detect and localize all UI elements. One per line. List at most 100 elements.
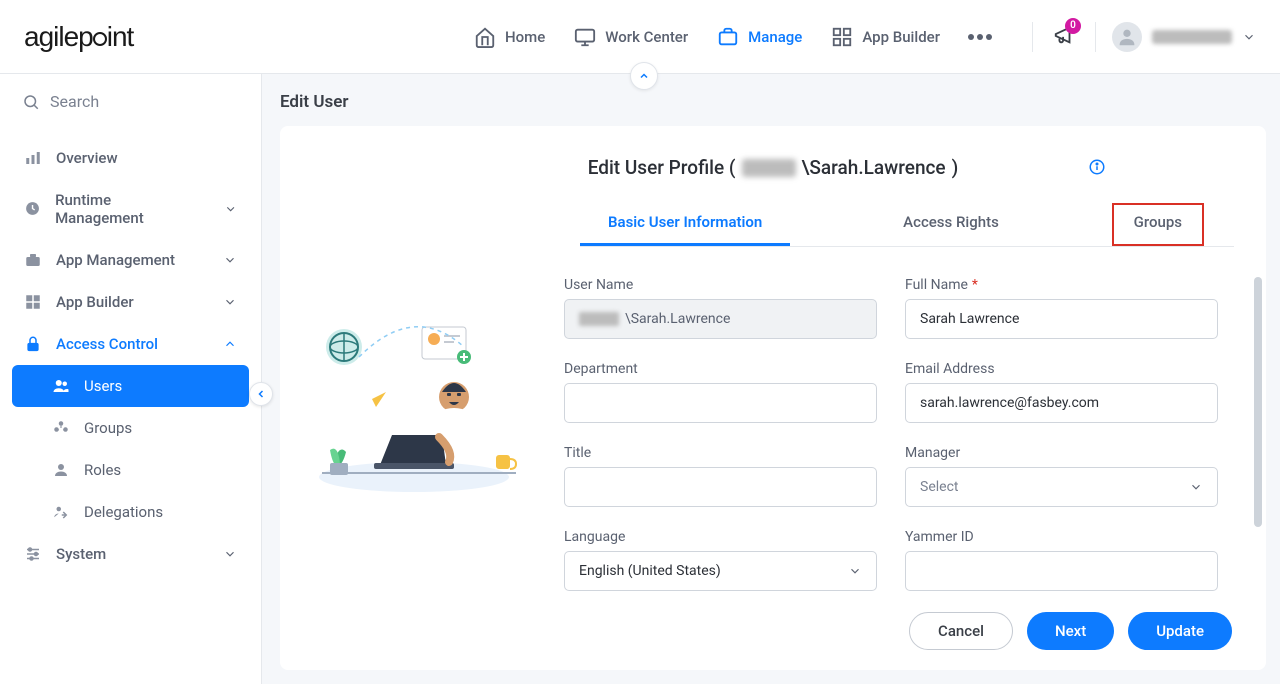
title-input[interactable] [564, 467, 877, 507]
title-user: \Sarah.Lawrence [802, 156, 946, 179]
sidebar-subitem-label: Users [84, 377, 122, 395]
grid-icon [830, 25, 854, 49]
sidebar-subitem-groups[interactable]: Groups [12, 407, 249, 449]
full-name-input[interactable] [905, 299, 1218, 339]
avatar [1112, 22, 1142, 52]
user-name-label: User Name [564, 277, 877, 293]
notification-badge: 0 [1065, 18, 1081, 34]
sidebar-item-label: Access Control [56, 335, 158, 353]
user-name-input: \Sarah.Lawrence [564, 299, 877, 339]
roles-icon [52, 461, 70, 479]
monitor-icon [573, 25, 597, 49]
language-select[interactable]: English (United States) [564, 551, 877, 591]
info-icon[interactable] [1088, 158, 1106, 180]
sidebar-item-access-control[interactable]: Access Control [0, 323, 261, 365]
card-title: Edit User Profile ( \Sarah.Lawrence) [588, 156, 959, 179]
delegations-icon [52, 503, 70, 521]
chevron-up-icon [223, 337, 237, 351]
yammer-label: Yammer ID [905, 529, 1218, 545]
nav-app-builder[interactable]: App Builder [830, 25, 940, 49]
chevron-down-icon [223, 253, 237, 267]
search-icon [22, 93, 40, 111]
sidebar-subitem-label: Groups [84, 419, 132, 437]
sidebar-item-label: App Management [56, 251, 175, 269]
sidebar-subitem-delegations[interactable]: Delegations [12, 491, 249, 533]
manager-label: Manager [905, 445, 1218, 461]
tab-label: Access Rights [903, 213, 999, 231]
chevron-down-icon [848, 564, 862, 578]
announcements-icon[interactable]: 0 [1053, 24, 1075, 50]
sidebar-search[interactable]: Search [0, 74, 261, 129]
sidebar-subitem-users[interactable]: Users [12, 365, 249, 407]
user-menu[interactable] [1095, 22, 1256, 52]
sidebar-item-label: System [56, 545, 106, 563]
chevron-down-icon [1242, 30, 1256, 44]
chevron-down-icon [223, 295, 237, 309]
home-icon [473, 25, 497, 49]
department-input[interactable] [564, 383, 877, 423]
user-name-blurred [1152, 30, 1232, 44]
sidebar-subitem-label: Delegations [84, 503, 163, 521]
tab-label: Basic User Information [608, 213, 762, 231]
cancel-button[interactable]: Cancel [909, 612, 1013, 650]
nav-more[interactable] [968, 34, 992, 40]
domain-prefix-blurred [579, 312, 619, 326]
briefcase-icon [24, 251, 42, 269]
tab-basic-info[interactable]: Basic User Information [580, 203, 790, 246]
sidebar-item-overview[interactable]: Overview [0, 137, 261, 179]
language-label: Language [564, 529, 877, 545]
domain-blurred [742, 159, 796, 177]
next-button[interactable]: Next [1027, 612, 1114, 650]
nav-label: Manage [748, 28, 802, 46]
tab-groups[interactable]: Groups [1112, 203, 1204, 246]
page-title: Edit User [280, 92, 1266, 112]
briefcase-icon [716, 25, 740, 49]
sidebar-item-app-builder[interactable]: App Builder [0, 281, 261, 323]
nav-label: Home [505, 28, 545, 46]
nav-label: App Builder [862, 28, 940, 46]
scrollbar[interactable] [1254, 277, 1262, 527]
nav-work-center[interactable]: Work Center [573, 25, 688, 49]
groups-icon [52, 419, 70, 437]
sidebar-item-runtime[interactable]: Runtime Management [0, 179, 261, 239]
chevron-down-icon [1189, 480, 1203, 494]
illustration [280, 247, 548, 596]
nav-manage[interactable]: Manage [716, 25, 802, 49]
nav-home[interactable]: Home [473, 25, 545, 49]
title-prefix: Edit User Profile ( [588, 156, 736, 179]
full-name-label: Full Name* [905, 277, 1218, 293]
yammer-input[interactable] [905, 551, 1218, 591]
title-label: Title [564, 445, 877, 461]
nav-label: Work Center [605, 28, 688, 46]
clock-icon [24, 200, 41, 218]
department-label: Department [564, 361, 877, 377]
sidebar-item-app-mgmt[interactable]: App Management [0, 239, 261, 281]
sidebar-item-label: Runtime Management [55, 191, 196, 227]
email-input[interactable] [905, 383, 1218, 423]
grid-icon [24, 293, 42, 311]
lock-icon [24, 335, 42, 353]
search-placeholder: Search [50, 92, 99, 111]
user-name-value: \Sarah.Lawrence [625, 311, 730, 327]
tab-label: Groups [1134, 213, 1182, 231]
sidebar-item-system[interactable]: System [0, 533, 261, 575]
language-value: English (United States) [579, 563, 721, 579]
sliders-icon [24, 545, 42, 563]
manager-value: Select [920, 479, 958, 495]
manager-select[interactable]: Select [905, 467, 1218, 507]
sidebar-subitem-label: Roles [84, 461, 121, 479]
email-label: Email Address [905, 361, 1218, 377]
sidebar-subitem-roles[interactable]: Roles [12, 449, 249, 491]
chevron-down-icon [223, 547, 237, 561]
update-button[interactable]: Update [1128, 612, 1232, 650]
topbar-collapse-toggle[interactable] [630, 62, 658, 90]
chart-icon [24, 149, 42, 167]
sidebar-item-label: Overview [56, 149, 118, 167]
logo[interactable]: agilepint [24, 21, 133, 53]
users-icon [52, 377, 70, 395]
chevron-down-icon [224, 202, 237, 216]
sidebar-collapse-toggle[interactable] [249, 382, 273, 406]
title-suffix: ) [952, 156, 959, 179]
tab-access-rights[interactable]: Access Rights [875, 203, 1027, 246]
sidebar-item-label: App Builder [56, 293, 134, 311]
